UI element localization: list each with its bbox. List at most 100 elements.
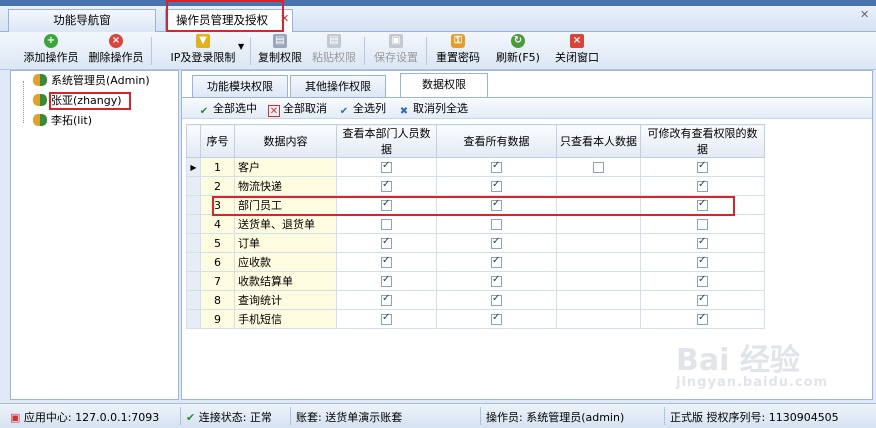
status-divider: [664, 407, 665, 425]
checkbox-self[interactable]: [593, 162, 604, 173]
checkbox-edit[interactable]: [697, 312, 708, 325]
refresh-icon: ↻: [511, 34, 525, 48]
table-row[interactable]: 5 订单: [186, 233, 765, 253]
checkbox-all[interactable]: [491, 293, 502, 306]
paste-permission-button[interactable]: ▤ 粘贴权限: [310, 34, 358, 68]
checkbox-edit[interactable]: [697, 236, 708, 249]
header-all: 查看所有数据: [436, 124, 557, 158]
header-content: 数据内容: [234, 124, 337, 158]
checkbox-dept[interactable]: [381, 236, 392, 249]
cross-icon: ✖: [399, 106, 409, 117]
cell-content: 查询统计: [234, 290, 337, 310]
add-icon: +: [44, 34, 58, 48]
status-divider: [290, 407, 291, 425]
user-group-icon: [33, 114, 47, 126]
checkbox-all[interactable]: [491, 312, 502, 325]
highlight-box-tab: [166, 0, 284, 32]
subtab-divider: [182, 97, 872, 98]
tab-nav-window[interactable]: 功能导航窗: [8, 9, 156, 32]
toolbar-separator: [426, 37, 427, 65]
cell-self: [556, 157, 641, 177]
row-indicator: [186, 309, 201, 329]
checkbox-all[interactable]: [491, 236, 502, 249]
checkbox-dept[interactable]: [381, 312, 392, 325]
checkbox-edit[interactable]: [697, 255, 708, 268]
checkbox-all[interactable]: [491, 219, 502, 230]
table-row[interactable]: 8 查询统计: [186, 290, 765, 310]
table-row[interactable]: 6 应收款: [186, 252, 765, 272]
cell-content: 物流快递: [234, 176, 337, 196]
connection-status: ✔ 连接状态: 正常: [186, 411, 272, 424]
cell-self: [556, 176, 641, 196]
cell-self: [556, 233, 641, 253]
delete-operator-button[interactable]: × 删除操作员: [86, 34, 146, 68]
tree-item-lit[interactable]: 李拓(lit): [33, 113, 92, 129]
checkbox-edit[interactable]: [697, 179, 708, 192]
checkbox-all[interactable]: [491, 274, 502, 287]
tree-item-admin[interactable]: 系统管理员(Admin): [33, 73, 150, 89]
cell-all: [436, 176, 557, 196]
tab-other-permissions[interactable]: 其他操作权限: [290, 75, 386, 97]
checkbox-edit[interactable]: [697, 160, 708, 173]
main-tabbar: 功能导航窗 操作员管理及授权 ✕ ✕: [0, 6, 876, 33]
save-settings-button[interactable]: ▣ 保存设置: [370, 34, 422, 68]
cancel-all-button[interactable]: ✕ 全部取消: [268, 101, 327, 117]
table-row[interactable]: ▶ 1 客户: [186, 157, 765, 177]
window-close-icon[interactable]: ✕: [860, 8, 869, 21]
tab-data-permissions[interactable]: 数据权限: [400, 73, 488, 97]
refresh-button[interactable]: ↻ 刷新(F5): [490, 34, 546, 68]
close-window-button[interactable]: × 关闭窗口: [552, 34, 602, 68]
cell-edit: [640, 252, 765, 272]
header-dept: 查看本部门人员数据: [336, 124, 437, 158]
highlight-box-row: [212, 196, 735, 216]
select-column-button[interactable]: ✔ 全选列: [338, 101, 386, 117]
table-row[interactable]: 2 物流快递: [186, 176, 765, 196]
ip-login-limit-button[interactable]: ▼ IP及登录限制: [158, 34, 248, 68]
checkbox-dept[interactable]: [381, 255, 392, 268]
checkbox-all[interactable]: [491, 160, 502, 173]
cell-edit: [640, 157, 765, 177]
cell-dept: [336, 157, 437, 177]
cell-self: [556, 252, 641, 272]
cell-content: 送货单、退货单: [234, 214, 337, 234]
table-row[interactable]: 4 送货单、退货单: [186, 214, 765, 234]
cell-content: 收款结算单: [234, 271, 337, 291]
checkbox-dept[interactable]: [381, 293, 392, 306]
status-divider: [480, 407, 481, 425]
table-row[interactable]: 7 收款结算单: [186, 271, 765, 291]
reset-password-button[interactable]: ⚿ 重置密码: [432, 34, 484, 68]
cell-self: [556, 214, 641, 234]
row-indicator: [186, 290, 201, 310]
account-status: 账套: 送货单演示账套: [296, 411, 403, 424]
checkbox-edit[interactable]: [697, 293, 708, 306]
header-edit: 可修改有查看权限的数据: [640, 124, 765, 158]
table-row[interactable]: 9 手机短信: [186, 309, 765, 329]
chevron-down-icon[interactable]: ▼: [238, 42, 244, 51]
checkbox-all[interactable]: [491, 179, 502, 192]
cell-no: 1: [200, 157, 235, 177]
cancel-column-button[interactable]: ✖ 取消列全选: [398, 101, 468, 117]
checkbox-edit[interactable]: [697, 219, 708, 230]
checkbox-dept[interactable]: [381, 179, 392, 192]
cell-no: 5: [200, 233, 235, 253]
cell-edit: [640, 233, 765, 253]
grid-actions-bar: ✔ 全部选中 ✕ 全部取消 ✔ 全选列 ✖ 取消列全选: [182, 99, 872, 119]
toolbar-separator: [250, 37, 251, 65]
add-operator-button[interactable]: + 添加操作员: [22, 34, 80, 68]
cell-edit: [640, 290, 765, 310]
checkbox-dept[interactable]: [381, 160, 392, 173]
checkbox-all[interactable]: [491, 255, 502, 268]
check-icon: ✔: [339, 106, 349, 117]
checkbox-edit[interactable]: [697, 274, 708, 287]
select-all-button[interactable]: ✔ 全部选中: [198, 101, 257, 117]
tab-module-permissions[interactable]: 功能模块权限: [192, 75, 288, 97]
cell-all: [436, 252, 557, 272]
row-indicator: [186, 214, 201, 234]
toolbar-separator: [151, 37, 152, 65]
checkbox-dept[interactable]: [381, 274, 392, 287]
checkbox-dept[interactable]: [381, 219, 392, 230]
cell-edit: [640, 271, 765, 291]
cell-dept: [336, 176, 437, 196]
copy-permission-button[interactable]: ▤ 复制权限: [256, 34, 304, 68]
save-icon: ▣: [389, 34, 403, 48]
